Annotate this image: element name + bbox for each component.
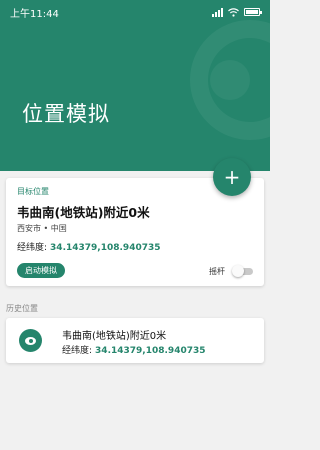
- target-section-label: 目标位置: [17, 187, 49, 196]
- status-bar: 上午11:44: [0, 0, 270, 24]
- app-header: 上午11:44 位置模拟: [0, 0, 270, 171]
- signal-icon: [212, 7, 223, 17]
- coords-label: 经纬度:: [62, 346, 93, 356]
- history-list-item[interactable]: 韦曲南(地铁站)附近0米 经纬度: 34.14379,108.940735: [6, 318, 264, 363]
- battery-icon: [244, 8, 262, 16]
- history-coordinates: 经纬度: 34.14379,108.940735: [62, 343, 206, 356]
- target-location-name: 韦曲南(地铁站)附近0米: [17, 205, 150, 220]
- page-title: 位置模拟: [22, 102, 110, 126]
- coords-label: 经纬度:: [17, 243, 48, 253]
- add-location-button[interactable]: +: [213, 158, 251, 196]
- status-icons: [212, 7, 262, 17]
- toggle-thumb: [232, 265, 244, 277]
- target-coordinates: 经纬度: 34.14379,108.940735: [17, 240, 161, 253]
- status-time: 上午11:44: [10, 8, 59, 20]
- wifi-icon: [228, 7, 239, 17]
- history-location-name: 韦曲南(地铁站)附近0米: [62, 331, 167, 342]
- coords-value: 34.14379,108.940735: [95, 346, 206, 356]
- coords-value: 34.14379,108.940735: [50, 243, 161, 253]
- target-city: 西安市 • 中国: [17, 224, 67, 233]
- joystick-label: 摇杆: [209, 267, 225, 276]
- header-decoration: [210, 60, 250, 100]
- start-simulation-button[interactable]: 启动模拟: [17, 263, 65, 278]
- plus-icon: +: [223, 165, 241, 189]
- joystick-toggle[interactable]: [232, 265, 254, 277]
- location-pin-icon: [19, 329, 42, 352]
- history-section-title: 历史位置: [6, 304, 38, 313]
